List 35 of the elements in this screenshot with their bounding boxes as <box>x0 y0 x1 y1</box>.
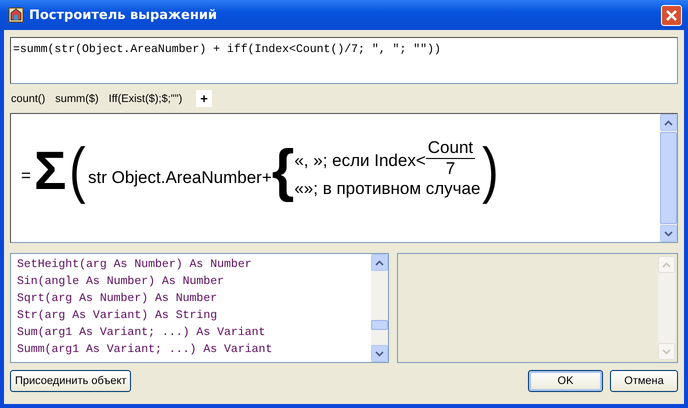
close-paren: ) <box>482 140 500 202</box>
window-title: Построитель выражений <box>29 8 218 22</box>
function-item[interactable]: Sqrt(arg As Number) As Number <box>17 290 365 307</box>
snippet-link[interactable]: Iff(Exist($);$;"") <box>108 92 182 104</box>
cancel-button[interactable]: Отмена <box>610 370 678 392</box>
scroll-thumb[interactable] <box>660 132 677 224</box>
ok-button[interactable]: OK <box>528 370 603 392</box>
fraction-numerator: Count <box>426 138 476 158</box>
attach-object-button[interactable]: Присоединить объект <box>10 370 132 392</box>
add-button[interactable]: + <box>196 90 212 107</box>
function-item[interactable]: Sin(angle As Number) As Number <box>17 273 365 290</box>
function-item[interactable]: Str(arg As Variant) As String <box>17 307 365 324</box>
open-paren: ( <box>69 140 86 202</box>
close-button[interactable] <box>661 4 682 26</box>
app-icon <box>8 7 24 23</box>
expression-field[interactable]: =summ(str(Object.AreaNumber) + iff(Index<Count()/7; ", "; "")) <box>10 37 678 84</box>
scroll-down-button[interactable] <box>371 345 388 362</box>
equals-sign: = <box>21 166 31 186</box>
sigma-symbol: Σ <box>34 144 66 198</box>
close-icon <box>665 8 678 22</box>
fraction-denominator: 7 <box>446 158 456 178</box>
function-item[interactable]: Sum(arg1 As Variant; ...) As Variant <box>17 324 365 341</box>
snippet-link[interactable]: summ($) <box>55 92 99 104</box>
scroll-thumb[interactable] <box>371 320 388 330</box>
snippet-link[interactable]: count() <box>11 92 46 104</box>
function-item[interactable]: SetHeight(arg As Number) As Number <box>17 256 365 273</box>
brace-symbol: { <box>272 142 294 200</box>
scroll-up-button[interactable] <box>371 254 388 271</box>
formula-text: str Object.AreaNumber+ <box>88 168 272 188</box>
case-text: «, »; если Index< <box>294 151 426 171</box>
scrollbar[interactable] <box>660 114 677 242</box>
function-item[interactable]: Summ(arg1 As Variant; ...) As Variant <box>17 341 365 358</box>
case-text: «»; в противном случае <box>294 178 480 198</box>
scroll-up-button[interactable] <box>660 114 677 131</box>
scroll-down-button[interactable] <box>660 225 677 242</box>
